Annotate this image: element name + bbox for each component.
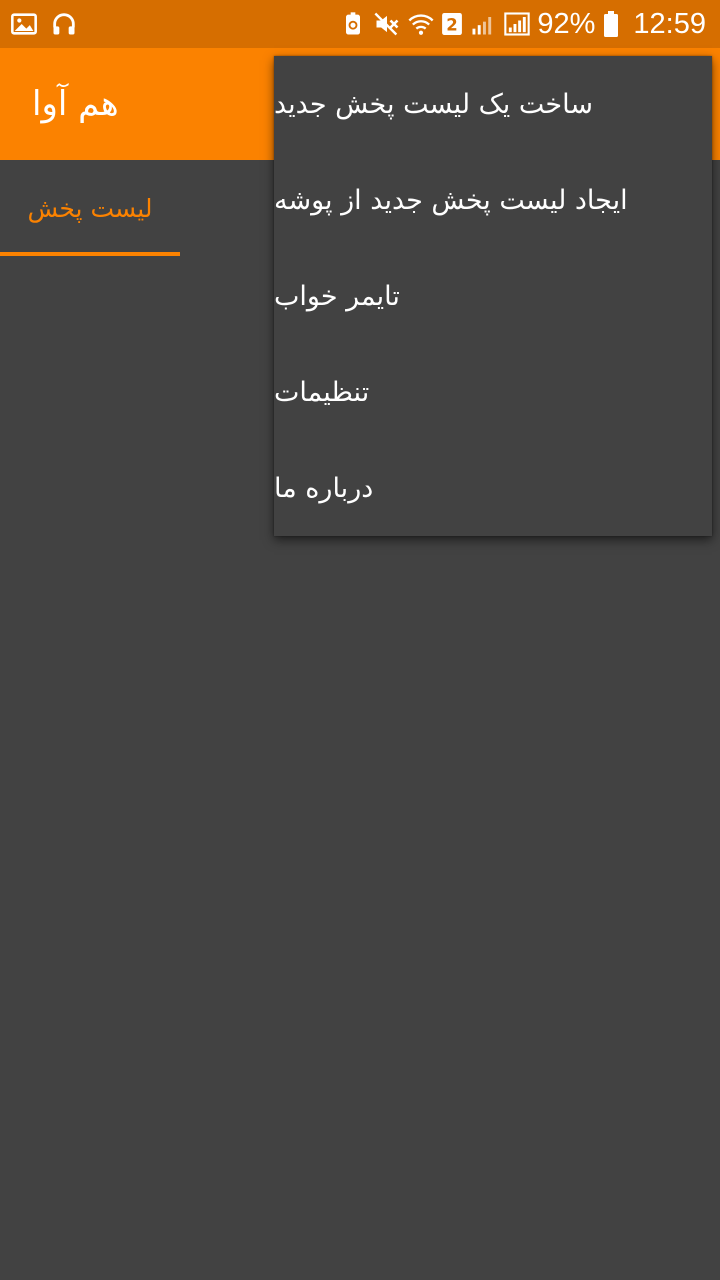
- status-bar-right: 2 92% 12:59: [339, 6, 706, 42]
- clock: 12:59: [633, 8, 706, 40]
- sim-badge-text: 2: [447, 16, 458, 35]
- tab-playlist[interactable]: لیست پخش: [0, 160, 180, 256]
- signal-icon: [469, 10, 497, 38]
- app-title: هم آوا: [32, 84, 119, 124]
- overflow-menu: ساخت یک لیست پخش جدید ایجاد لیست پخش جدی…: [274, 56, 712, 536]
- sim-2-icon: 2: [441, 10, 463, 38]
- battery-saver-icon: [339, 10, 367, 38]
- menu-item-about[interactable]: درباره ما: [274, 440, 712, 536]
- menu-item-new-playlist[interactable]: ساخت یک لیست پخش جدید: [274, 56, 712, 152]
- signal-icon: [503, 10, 531, 38]
- menu-item-settings[interactable]: تنظیمات: [274, 344, 712, 440]
- mute-icon: [373, 10, 401, 38]
- battery-icon: [601, 10, 621, 38]
- headphones-icon: [50, 10, 78, 38]
- image-icon: [10, 10, 38, 38]
- menu-item-playlist-from-folder[interactable]: ایجاد لیست پخش جدید از پوشه: [274, 152, 712, 248]
- status-bar: 2 92% 12:59: [0, 0, 720, 48]
- battery-percent: 92%: [537, 8, 596, 40]
- status-bar-left: [10, 10, 78, 38]
- wifi-icon: [407, 10, 435, 38]
- menu-item-sleep-timer[interactable]: تایمر خواب: [274, 248, 712, 344]
